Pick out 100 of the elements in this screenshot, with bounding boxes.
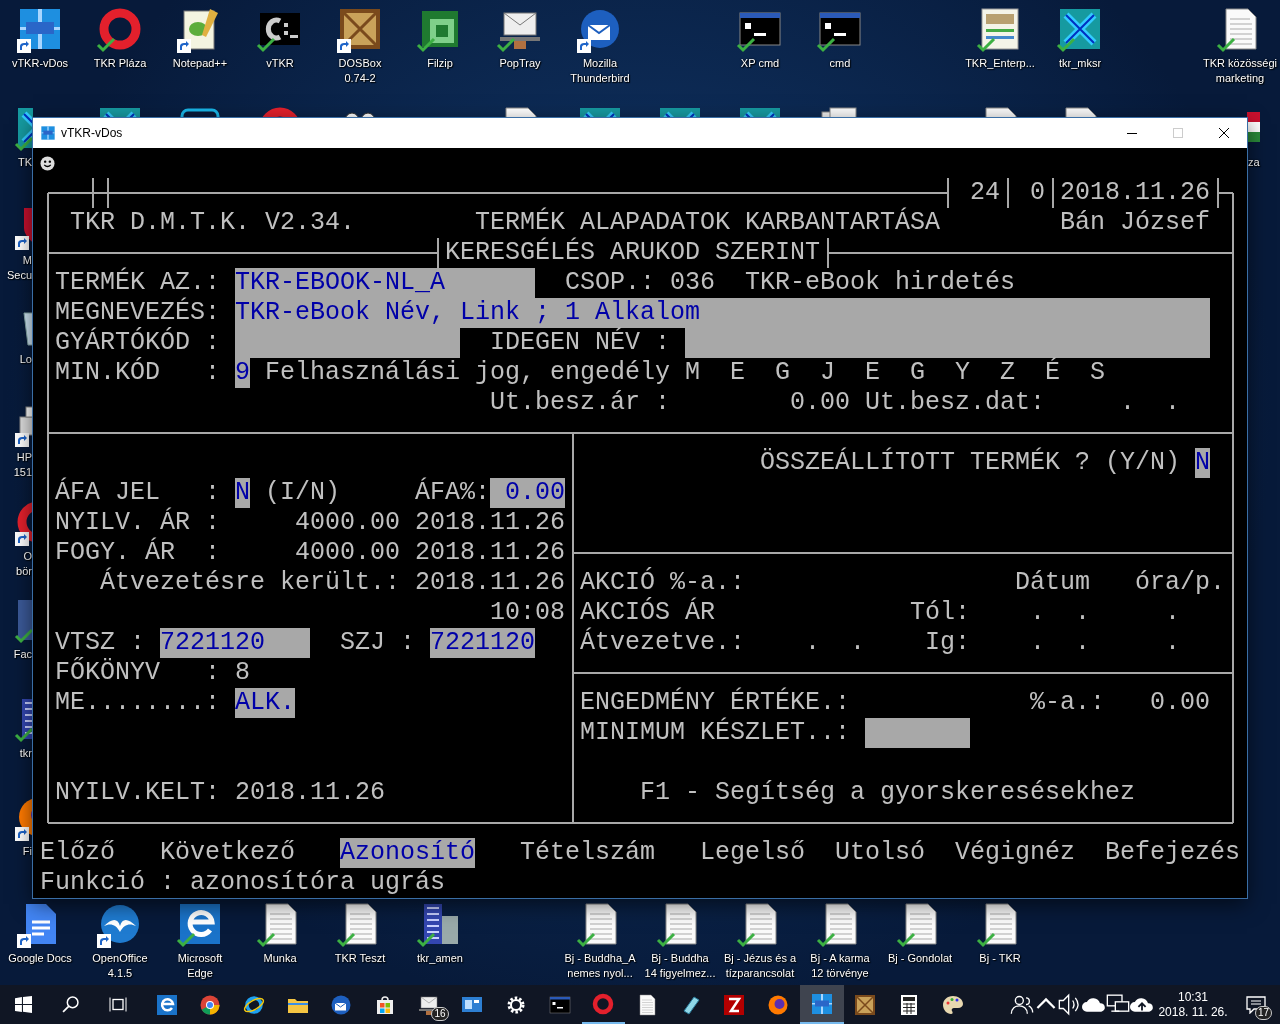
field-label: Ut.besz.ár :: [490, 388, 670, 418]
value-text: 10:08: [490, 598, 565, 628]
menu-item[interactable]: Azonosító: [340, 838, 475, 868]
icon-label[interactable]: TKR közösségi marketing: [1202, 56, 1278, 86]
icon-label[interactable]: Bj - A karma 12 törvénye: [809, 950, 871, 981]
field-label: Ut.besz.dat:: [865, 388, 1045, 418]
icon-label[interactable]: Fi: [21, 844, 33, 859]
field-label: ÖSSZEÁLLÍTOTT TERMÉK ? (Y/N): [760, 448, 1180, 478]
taskbar-app-button[interactable]: 16: [406, 985, 451, 1024]
icon-label[interactable]: Lo: [18, 351, 33, 367]
ring-logo-icon: [591, 991, 616, 1016]
icon-label[interactable]: TKR_Enterp...: [964, 56, 1036, 71]
field-label: NYILV.KELT:: [55, 778, 220, 808]
menu-item[interactable]: Tételszám: [520, 838, 655, 868]
help-hint: F1 - Segítség a gyorskeresésekhez: [640, 778, 1135, 808]
icon-label[interactable]: vTKR-vDos: [10, 56, 70, 71]
value-text: Bán József: [1060, 208, 1210, 238]
icon-label[interactable]: Fac: [12, 647, 33, 662]
icon-label[interactable]: OpenOffice 4.1.5: [91, 950, 149, 981]
input-field[interactable]: [235, 328, 460, 358]
screen-title: TKR D.M.T.K. V2.34.: [70, 208, 355, 238]
input-field[interactable]: 0.00: [490, 478, 565, 508]
icon-label[interactable]: TKR Teszt: [333, 950, 387, 966]
value-text: . .: [1120, 388, 1180, 418]
icon-label[interactable]: Microsoft Edge: [176, 950, 224, 981]
input-field[interactable]: N: [235, 478, 250, 508]
value-text: 4000.00: [295, 538, 400, 568]
value-text: . .: [1030, 628, 1090, 658]
input-field[interactable]: ALK.: [235, 688, 295, 718]
clock[interactable]: 10:31 2018. 11. 26.: [1158, 985, 1228, 1024]
input-field[interactable]: N: [1195, 448, 1210, 478]
value-text: Felhasználási jog, engedély: [265, 358, 670, 388]
field-label: TERMÉK AZ.:: [55, 268, 220, 297]
icon-label[interactable]: tkr: [18, 745, 33, 761]
field-label: Átvezetésre került.:: [100, 568, 400, 598]
menu-item[interactable]: Befejezés: [1105, 838, 1240, 868]
icon-label[interactable]: DOSBox 0.74-2: [337, 56, 383, 86]
field-label: MIN.KÓD :: [55, 358, 220, 388]
value-text: 2018.11.26: [415, 508, 565, 538]
close-icon: [1219, 128, 1229, 138]
icon-label[interactable]: tkr_amen: [416, 950, 464, 966]
icon-label[interactable]: za: [1247, 154, 1261, 170]
maximize-icon: [1173, 128, 1183, 138]
icon-label[interactable]: Notepad++: [171, 56, 229, 71]
menu-item[interactable]: Legelső: [700, 838, 805, 868]
input-field[interactable]: [865, 718, 970, 748]
value-text: 4000.00: [295, 508, 400, 538]
field-label: Tól:: [910, 598, 970, 628]
icon-label[interactable]: tkr_mksr: [1057, 56, 1103, 71]
icon-label[interactable]: cmd: [828, 56, 852, 71]
field-label: MINIMUM KÉSZLET..:: [580, 718, 850, 748]
value-text: 2018.11.26: [1060, 178, 1210, 208]
icon-label[interactable]: TKR Pláza: [92, 56, 148, 71]
windows-logo-icon: [15, 996, 32, 1013]
input-field[interactable]: [685, 328, 1210, 358]
menu-item[interactable]: Következő: [160, 838, 295, 868]
icon-label[interactable]: Munka: [262, 950, 298, 966]
icon-label[interactable]: Google Docs: [7, 950, 73, 966]
icon-label[interactable]: Bj - TKR: [978, 950, 1022, 966]
icon-label[interactable]: Filzip: [426, 56, 454, 71]
value-text: 8: [235, 658, 250, 688]
menu-item[interactable]: Előző: [40, 838, 115, 868]
input-field[interactable]: TKR-EBOOK-NL_A: [235, 268, 535, 298]
icon-label[interactable]: PopTray: [498, 56, 542, 71]
menu-item[interactable]: Végignéz: [955, 838, 1075, 868]
field-label: ENGEDMÉNY ÉRTÉKE.:: [580, 688, 850, 717]
field-label: CSOP.:: [565, 268, 655, 298]
input-field[interactable]: 7221120: [430, 628, 535, 658]
icon-label[interactable]: TK: [16, 154, 33, 170]
taskbar-app-button[interactable]: [799, 985, 844, 1024]
menu-item[interactable]: Utolsó: [835, 838, 925, 868]
value-text: TKR-eBook hirdetés: [745, 268, 1015, 298]
input-field[interactable]: 9: [235, 358, 250, 388]
icon-label[interactable]: M Secu: [5, 253, 33, 283]
icon-label[interactable]: O bör: [15, 548, 33, 579]
value-text: . .: [1030, 598, 1090, 628]
ftp-client-icon: [722, 992, 747, 1017]
field-label: MEGNEVEZÉS:: [55, 298, 220, 327]
value-text: .: [1165, 628, 1180, 658]
input-field[interactable]: 7221120: [160, 628, 310, 658]
value-text: 0.00: [790, 388, 850, 418]
icon-label[interactable]: Bj - Gondolat: [886, 950, 954, 966]
task-view-icon: [108, 996, 127, 1013]
icon-label[interactable]: Mozilla Thunderbird: [569, 56, 631, 86]
field-label: IDEGEN NÉV :: [490, 328, 670, 358]
icon-label[interactable]: HP 151: [12, 450, 33, 480]
window-logo-icon: [40, 125, 56, 141]
icon-label[interactable]: XP cmd: [739, 56, 781, 71]
icon-label[interactable]: vTKR: [265, 56, 295, 71]
field-label: GYÁRTÓKÓD :: [55, 328, 220, 357]
input-field[interactable]: TKR-eBook Név, Link ; 1 Alkalom: [235, 298, 1210, 328]
window-title: vTKR-vDos: [61, 126, 124, 140]
notifications-button[interactable]: 17: [1232, 985, 1280, 1024]
icon-label[interactable]: Bj - Jézus és a tízparancsolat: [722, 950, 798, 981]
icon-label[interactable]: Bj - Buddha_A nemes nyol...: [563, 950, 637, 981]
field-label: Dátum: [1015, 568, 1090, 598]
field-label: (I/N): [265, 478, 340, 508]
field-label: FŐKÖNYV :: [55, 658, 220, 688]
field-label: M E G J E G Y Z É S: [685, 358, 1105, 388]
icon-label[interactable]: Bj - Buddha 14 figyelmez...: [643, 950, 717, 981]
